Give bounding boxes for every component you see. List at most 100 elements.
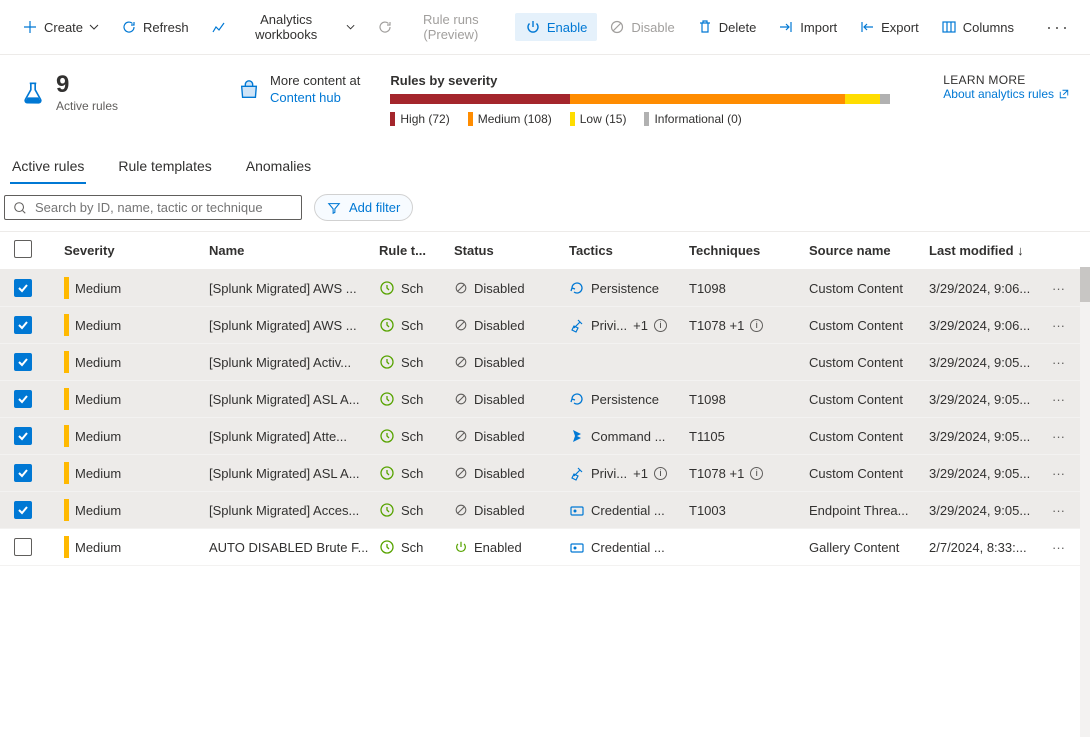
create-button[interactable]: Create <box>12 13 109 41</box>
severity-indicator <box>64 499 69 521</box>
add-filter-button[interactable]: Add filter <box>314 194 413 221</box>
row-more-icon[interactable]: ··· <box>1044 429 1074 444</box>
severity-legend: High (72) Medium (108) Low (15) Informat… <box>390 112 913 126</box>
col-techniques[interactable]: Techniques <box>689 243 809 258</box>
severity-value: Medium <box>75 318 121 333</box>
table-row[interactable]: Medium[Splunk Migrated] ASL A...SchDisab… <box>0 381 1090 418</box>
rule-name: [Splunk Migrated] Acces... <box>209 503 379 518</box>
info-icon[interactable]: i <box>654 467 667 480</box>
legend-medium: Medium (108) <box>478 112 552 126</box>
row-checkbox[interactable] <box>14 538 32 556</box>
col-tactics[interactable]: Tactics <box>569 243 689 258</box>
import-button[interactable]: Import <box>768 13 847 41</box>
modified-value: 3/29/2024, 9:06... <box>929 281 1044 296</box>
prohibit-icon <box>454 392 468 406</box>
learn-more-title: LEARN MORE <box>943 73 1070 87</box>
search-input[interactable] <box>35 200 293 215</box>
clock-icon <box>379 465 395 481</box>
row-checkbox[interactable] <box>14 279 32 297</box>
prohibit-icon <box>454 318 468 332</box>
table-row[interactable]: Medium[Splunk Migrated] AWS ...SchDisabl… <box>0 307 1090 344</box>
modified-value: 3/29/2024, 9:05... <box>929 503 1044 518</box>
bag-icon <box>238 79 260 101</box>
trash-icon <box>697 19 713 35</box>
tactic-value: Persistence <box>591 392 659 407</box>
modified-value: 3/29/2024, 9:05... <box>929 466 1044 481</box>
row-checkbox[interactable] <box>14 390 32 408</box>
filter-row: Add filter <box>0 184 1090 231</box>
row-checkbox[interactable] <box>14 316 32 334</box>
row-checkbox[interactable] <box>14 353 32 371</box>
technique-value: T1003 <box>689 503 726 518</box>
analytics-workbooks-button[interactable]: Analytics workbooks <box>201 6 365 48</box>
info-icon[interactable]: i <box>750 467 763 480</box>
table-row[interactable]: Medium[Splunk Migrated] ASL A...SchDisab… <box>0 455 1090 492</box>
refresh-button[interactable]: Refresh <box>111 13 199 41</box>
row-more-icon[interactable]: ··· <box>1044 281 1074 296</box>
prohibit-icon <box>454 281 468 295</box>
enable-button[interactable]: Enable <box>515 13 597 41</box>
severity-medium-segment <box>570 94 845 104</box>
row-more-icon[interactable]: ··· <box>1044 466 1074 481</box>
import-icon <box>778 19 794 35</box>
row-checkbox[interactable] <box>14 427 32 445</box>
rule-name: AUTO DISABLED Brute F... <box>209 540 379 555</box>
source-value: Custom Content <box>809 466 929 481</box>
severity-indicator <box>64 314 69 336</box>
chart-icon <box>211 19 227 35</box>
info-icon[interactable]: i <box>654 319 667 332</box>
col-severity[interactable]: Severity <box>64 243 209 258</box>
add-filter-label: Add filter <box>349 200 400 215</box>
rule-type-value: Sch <box>401 429 423 444</box>
content-hub-link-text[interactable]: Content hub <box>270 90 360 107</box>
col-name[interactable]: Name <box>209 243 379 258</box>
info-icon[interactable]: i <box>750 319 763 332</box>
rule-name: [Splunk Migrated] AWS ... <box>209 281 379 296</box>
table-row[interactable]: Medium[Splunk Migrated] AWS ...SchDisabl… <box>0 270 1090 307</box>
scrollbar[interactable] <box>1080 267 1090 737</box>
columns-button[interactable]: Columns <box>931 13 1024 41</box>
legend-low: Low (15) <box>580 112 627 126</box>
search-box[interactable] <box>4 195 302 220</box>
tabs: Active rules Rule templates Anomalies <box>0 150 1090 184</box>
power-icon <box>454 540 468 554</box>
col-source[interactable]: Source name <box>809 243 929 258</box>
export-button[interactable]: Export <box>849 13 929 41</box>
severity-bar <box>390 94 890 104</box>
severity-value: Medium <box>75 503 121 518</box>
severity-indicator <box>64 277 69 299</box>
tab-anomalies[interactable]: Anomalies <box>244 150 313 184</box>
row-checkbox[interactable] <box>14 501 32 519</box>
select-all-checkbox[interactable] <box>14 240 32 258</box>
col-status[interactable]: Status <box>454 243 569 258</box>
row-more-icon[interactable]: ··· <box>1044 355 1074 370</box>
row-more-icon[interactable]: ··· <box>1044 540 1074 555</box>
table-row[interactable]: MediumAUTO DISABLED Brute F...SchEnabled… <box>0 529 1090 566</box>
col-modified[interactable]: Last modified ↓ <box>929 243 1044 258</box>
refresh-clock-icon <box>377 19 393 35</box>
prohibit-icon <box>454 466 468 480</box>
legend-high: High (72) <box>400 112 449 126</box>
learn-more-link[interactable]: About analytics rules <box>943 87 1070 101</box>
row-more-icon[interactable]: ··· <box>1044 392 1074 407</box>
content-hub-link[interactable]: More content at Content hub <box>238 73 360 107</box>
disable-label: Disable <box>631 20 674 35</box>
row-checkbox[interactable] <box>14 464 32 482</box>
row-more-icon[interactable]: ··· <box>1044 318 1074 333</box>
modified-value: 3/29/2024, 9:06... <box>929 318 1044 333</box>
export-icon <box>859 19 875 35</box>
col-rule-type[interactable]: Rule t... <box>379 243 454 258</box>
source-value: Custom Content <box>809 318 929 333</box>
severity-chart: Rules by severity High (72) Medium (108)… <box>390 73 913 126</box>
flask-icon <box>20 80 46 106</box>
table-row[interactable]: Medium[Splunk Migrated] Acces...SchDisab… <box>0 492 1090 529</box>
row-more-icon[interactable]: ··· <box>1044 503 1074 518</box>
overflow-icon[interactable]: ··· <box>1038 17 1078 38</box>
tab-active-rules[interactable]: Active rules <box>10 150 86 184</box>
delete-button[interactable]: Delete <box>687 13 767 41</box>
table-row[interactable]: Medium[Splunk Migrated] Atte...SchDisabl… <box>0 418 1090 455</box>
tab-rule-templates[interactable]: Rule templates <box>116 150 213 184</box>
table-row[interactable]: Medium[Splunk Migrated] Activ...SchDisab… <box>0 344 1090 381</box>
rule-runs-button: Rule runs (Preview) <box>367 6 513 48</box>
tactic-extra: +1 <box>633 318 648 333</box>
